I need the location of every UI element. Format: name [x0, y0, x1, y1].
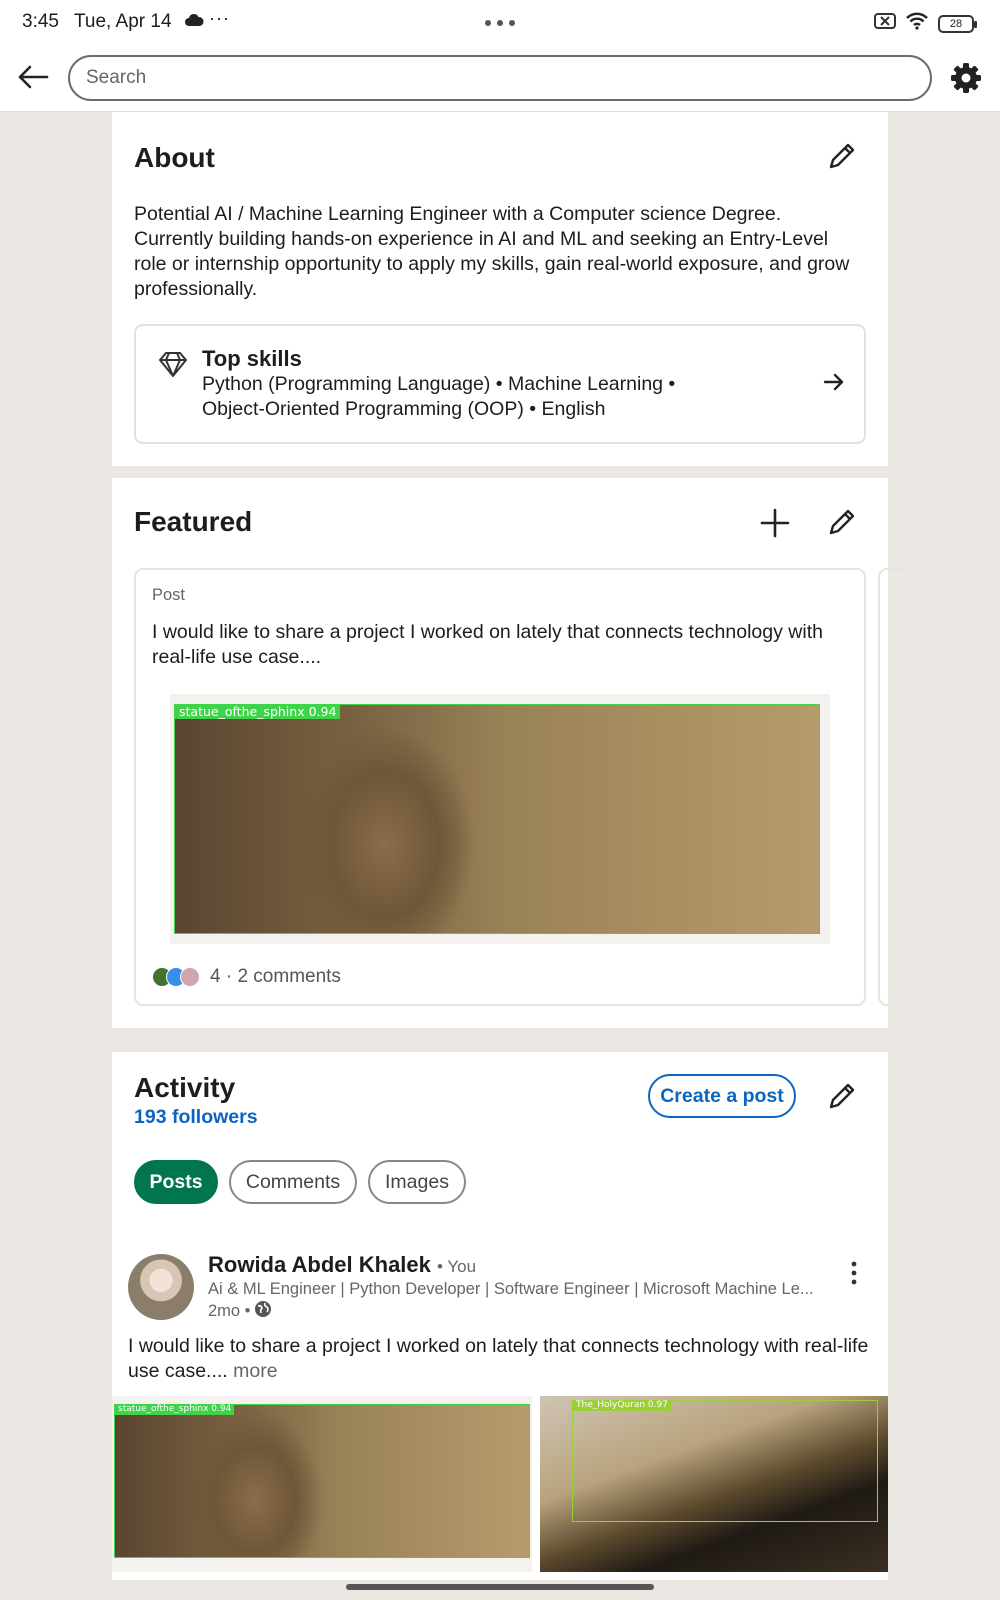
- tab-images[interactable]: Images: [368, 1160, 466, 1204]
- battery-icon: 28: [938, 14, 977, 33]
- avatar[interactable]: [128, 1254, 194, 1320]
- wifi-icon: [905, 12, 929, 35]
- post-type-label: Post: [152, 586, 186, 604]
- featured-section: Featured Post I would like to share a pr…: [112, 478, 908, 1028]
- cloud-icon: [184, 13, 204, 32]
- top-skills-title: Top skills: [202, 346, 302, 371]
- featured-post-text: I would like to share a project I worked…: [152, 621, 823, 668]
- followers-link[interactable]: 193 followers: [134, 1106, 258, 1129]
- more-options-icon[interactable]: [844, 1260, 864, 1286]
- skills-line-1: Python (Programming Language) • Machine …: [202, 373, 676, 395]
- no-sim-icon: [874, 12, 896, 35]
- about-text: Potential AI / Machine Learning Engineer…: [134, 203, 850, 300]
- skills-line-2: Object-Oriented Programming (OOP) • Engl…: [202, 398, 606, 420]
- activity-section: Activity 193 followers Create a post Pos…: [112, 1052, 888, 1580]
- edit-featured-pencil-icon[interactable]: [826, 506, 858, 538]
- back-arrow-icon[interactable]: [16, 60, 50, 94]
- status-date: Tue, Apr 14: [74, 11, 172, 32]
- top-skills-card[interactable]: Top skills Python (Programming Language)…: [134, 324, 866, 444]
- diamond-icon: [158, 350, 188, 383]
- tab-comments[interactable]: Comments: [229, 1160, 357, 1204]
- detection-label-quran: The_HolyQuran 0.97: [573, 1400, 671, 1411]
- love-reaction-icon: [180, 967, 200, 987]
- reactions-count: 4 · 2 comments: [210, 966, 341, 987]
- status-overflow-icon: ···: [209, 8, 230, 28]
- detection-label-sphinx: statue_ofthe_sphinx 0.94: [115, 1404, 235, 1415]
- reactions-row[interactable]: 4 · 2 comments: [152, 964, 341, 990]
- next-featured-card[interactable]: [878, 568, 908, 1006]
- edit-about-pencil-icon[interactable]: [826, 140, 858, 172]
- settings-gear-icon[interactable]: [950, 62, 982, 94]
- featured-post-card[interactable]: Post I would like to share a project I w…: [134, 568, 866, 1006]
- author-headline: Ai & ML Engineer | Python Developer | So…: [208, 1280, 814, 1298]
- globe-icon: [254, 1300, 272, 1323]
- sphinx-image: statue_ofthe_sphinx 0.94: [174, 704, 820, 934]
- activity-title: Activity: [134, 1072, 236, 1103]
- status-icons: 28: [874, 12, 977, 35]
- status-time: 3:45: [22, 11, 59, 32]
- detection-box: The_HolyQuran 0.97: [572, 1400, 878, 1522]
- add-plus-icon[interactable]: [758, 506, 792, 540]
- post-image-quran[interactable]: The_HolyQuran 0.97: [540, 1396, 888, 1572]
- post-image-sphinx[interactable]: statue_ofthe_sphinx 0.94: [112, 1396, 532, 1572]
- tab-posts[interactable]: Posts: [134, 1160, 218, 1204]
- author-name: Rowida Abdel Khalek: [208, 1252, 431, 1277]
- search-input[interactable]: Search: [68, 55, 932, 101]
- post-time: 2mo •: [208, 1302, 251, 1320]
- status-bar: 3:45 Tue, Apr 14 ··· 28: [0, 0, 1000, 46]
- arrow-right-icon[interactable]: [822, 370, 846, 399]
- post-author[interactable]: Rowida Abdel Khalek • You: [208, 1252, 476, 1278]
- sphinx-thumbnail: statue_ofthe_sphinx 0.94: [114, 1404, 530, 1558]
- home-indicator[interactable]: [346, 1584, 654, 1590]
- see-more-link[interactable]: more: [233, 1360, 277, 1382]
- top-skills-list: Python (Programming Language) • Machine …: [202, 372, 702, 422]
- about-title: About: [134, 142, 215, 173]
- window-dots-icon[interactable]: [484, 14, 516, 32]
- create-post-button[interactable]: Create a post: [648, 1074, 796, 1118]
- app-bar: Search: [0, 46, 1000, 112]
- detection-label: statue_ofthe_sphinx 0.94: [175, 705, 341, 719]
- featured-title: Featured: [134, 506, 253, 537]
- about-section: About Potential AI / Machine Learning En…: [112, 112, 888, 466]
- you-tag: • You: [437, 1257, 477, 1276]
- featured-post-image[interactable]: statue_ofthe_sphinx 0.94: [170, 694, 830, 944]
- post-meta: 2mo •: [208, 1300, 272, 1323]
- activity-post-text: I would like to share a project I worked…: [128, 1334, 878, 1384]
- edit-activity-pencil-icon[interactable]: [826, 1080, 858, 1112]
